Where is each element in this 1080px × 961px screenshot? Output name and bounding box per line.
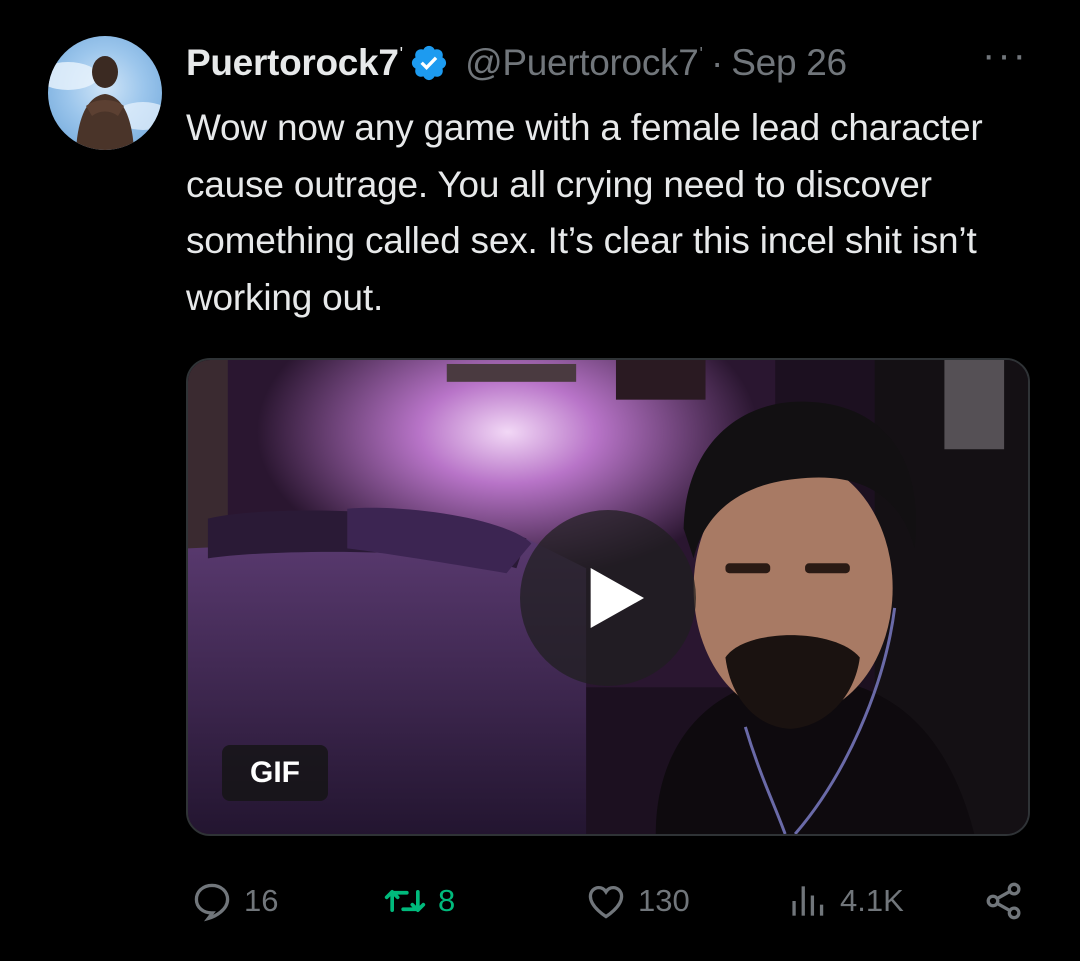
tweet[interactable]: Puertorock7 ' @Puertorock7 ' · Sep 26 ··… <box>0 0 1080 961</box>
display-name-suffix: ' <box>399 44 404 64</box>
avatar[interactable] <box>48 36 162 150</box>
tweet-text: Wow now any game with a female lead char… <box>186 107 983 318</box>
tweet-media-gif[interactable]: GIF <box>186 358 1030 836</box>
retweet-icon <box>384 890 426 912</box>
retweet-count: 8 <box>438 883 456 918</box>
reply-icon <box>194 883 230 922</box>
separator: · <box>710 42 724 83</box>
view-count: 4.1K <box>840 883 904 918</box>
like-count: 130 <box>638 883 690 918</box>
display-name[interactable]: Puertorock7 <box>186 42 399 84</box>
reply-button[interactable]: 16 <box>190 876 278 926</box>
play-icon <box>590 568 644 628</box>
views-icon <box>792 886 824 916</box>
gif-badge: GIF <box>222 745 328 801</box>
avatar-image <box>48 56 162 150</box>
tweet-header: Puertorock7 ' @Puertorock7 ' · Sep 26 <box>186 40 847 86</box>
more-options-icon[interactable]: ··· <box>980 35 1030 84</box>
retweet-button[interactable]: 8 <box>382 876 455 926</box>
handle-suffix: ' <box>699 44 703 64</box>
like-button[interactable]: 130 <box>584 876 690 926</box>
tweet-actions: 16 8 130 4.1K <box>186 876 1030 926</box>
user-handle[interactable]: @Puertorock7 <box>465 42 699 84</box>
heart-icon <box>588 885 624 919</box>
tweet-date[interactable]: Sep 26 <box>731 42 847 84</box>
reply-count: 16 <box>244 883 279 918</box>
more-options-label: ··· <box>982 33 1028 77</box>
play-button[interactable] <box>520 510 696 686</box>
verified-badge-icon[interactable] <box>409 43 449 83</box>
views-button[interactable]: 4.1K <box>786 876 904 926</box>
share-icon <box>986 882 1021 920</box>
share-button[interactable] <box>982 876 1026 926</box>
